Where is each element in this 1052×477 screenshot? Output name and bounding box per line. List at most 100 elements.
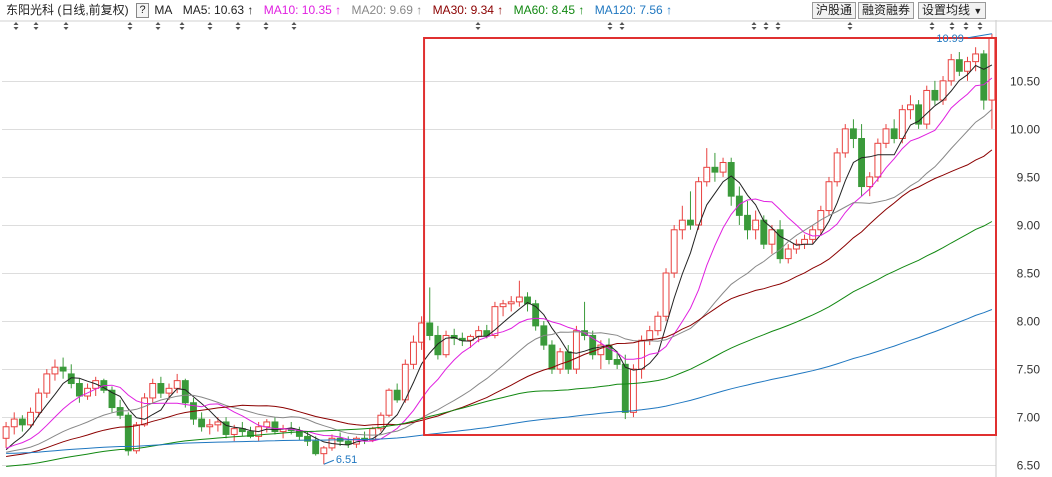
candle-body bbox=[638, 339, 646, 370]
candle bbox=[654, 311, 662, 336]
candles-layer bbox=[2, 33, 996, 465]
candle-body bbox=[621, 363, 629, 413]
candle bbox=[670, 224, 678, 278]
candle bbox=[833, 148, 841, 187]
event-marker-icon bbox=[963, 22, 969, 30]
candle-body bbox=[947, 59, 955, 82]
candle-body bbox=[670, 229, 678, 274]
candle-body bbox=[230, 428, 238, 435]
candle bbox=[849, 119, 857, 149]
candle-body bbox=[556, 351, 564, 370]
candle-body bbox=[825, 181, 833, 212]
event-marker-icon bbox=[235, 22, 241, 30]
candle bbox=[898, 104, 906, 144]
candle-body bbox=[434, 334, 442, 356]
candle-body bbox=[35, 392, 43, 413]
candle-body bbox=[695, 181, 703, 226]
candle bbox=[719, 157, 727, 177]
candle-body bbox=[858, 138, 865, 188]
candle bbox=[776, 220, 784, 264]
candle-body bbox=[507, 301, 515, 305]
candle bbox=[548, 340, 556, 374]
candle bbox=[605, 338, 613, 365]
candle bbox=[92, 376, 100, 397]
event-marker-icon bbox=[847, 22, 853, 30]
candle-body bbox=[59, 366, 67, 372]
event-marker-icon bbox=[291, 22, 297, 30]
candle-body bbox=[768, 229, 776, 245]
candle-body bbox=[385, 389, 393, 416]
candle-body bbox=[744, 214, 751, 231]
candle bbox=[866, 172, 874, 197]
candle-body bbox=[206, 424, 214, 428]
candle-body bbox=[149, 383, 157, 399]
candle bbox=[499, 299, 507, 317]
candle bbox=[507, 296, 515, 312]
event-marker-icon bbox=[751, 22, 757, 30]
candle bbox=[157, 376, 165, 398]
candle-body bbox=[907, 104, 914, 111]
candle bbox=[964, 56, 971, 81]
candle bbox=[222, 417, 230, 439]
candle-body bbox=[662, 272, 670, 317]
candle-body bbox=[475, 330, 483, 337]
candle-body bbox=[964, 61, 971, 72]
event-marker-icon bbox=[607, 22, 613, 30]
candle-body bbox=[515, 296, 523, 303]
candle-body bbox=[703, 166, 711, 183]
candle-body bbox=[727, 162, 735, 197]
y-tick-label: 7.50 bbox=[1017, 363, 1041, 377]
candle bbox=[75, 378, 83, 403]
candle-body bbox=[972, 53, 980, 63]
low-pointer bbox=[323, 459, 335, 465]
candle bbox=[141, 393, 149, 427]
y-tick-label: 9.00 bbox=[1017, 219, 1041, 233]
candle bbox=[10, 412, 18, 435]
candle bbox=[768, 224, 776, 254]
event-marker-icon bbox=[977, 22, 983, 30]
event-marker-icon bbox=[63, 22, 69, 30]
candle bbox=[426, 287, 434, 341]
candle-body bbox=[833, 152, 841, 183]
candle bbox=[784, 244, 792, 264]
candle bbox=[727, 157, 735, 206]
candle bbox=[393, 383, 401, 403]
candle-body bbox=[874, 142, 882, 178]
annotations-layer: 10.99 6.51 bbox=[323, 33, 998, 466]
candle-body bbox=[173, 380, 181, 389]
candle-body bbox=[75, 383, 83, 397]
candle bbox=[67, 364, 75, 389]
y-tick-label: 8.50 bbox=[1017, 267, 1041, 281]
candle-body bbox=[157, 383, 165, 394]
candle-body bbox=[572, 330, 580, 370]
y-tick-label: 10.50 bbox=[1010, 75, 1040, 89]
candle-body bbox=[133, 424, 140, 452]
candle bbox=[458, 332, 466, 347]
candlestick-chart: 10.50 10.00 9.50 9.00 8.50 8.00 7.50 7.00 6.50 1… bbox=[0, 20, 1052, 477]
candle-body bbox=[312, 440, 320, 455]
candle bbox=[515, 280, 523, 307]
moving-averages-layer bbox=[5, 64, 993, 467]
candle bbox=[947, 53, 955, 86]
candle-body bbox=[613, 359, 621, 365]
event-marker-icon bbox=[263, 22, 269, 30]
event-marker-icon bbox=[155, 22, 161, 30]
candle-body bbox=[988, 37, 996, 101]
candle bbox=[752, 210, 760, 240]
candle bbox=[149, 378, 157, 403]
candle-body bbox=[719, 162, 727, 173]
candle-body bbox=[214, 421, 222, 426]
candle bbox=[662, 268, 670, 322]
candle bbox=[646, 325, 654, 346]
candle-body bbox=[931, 89, 939, 101]
candle-body bbox=[124, 414, 132, 452]
candle-body bbox=[898, 109, 906, 139]
candle-body bbox=[271, 421, 279, 433]
candle bbox=[907, 95, 914, 120]
candle bbox=[630, 364, 637, 418]
candle-body bbox=[548, 344, 556, 370]
event-markers bbox=[13, 22, 983, 30]
candle-body bbox=[51, 366, 59, 375]
candle bbox=[801, 234, 808, 249]
ma30-line bbox=[6, 149, 993, 457]
